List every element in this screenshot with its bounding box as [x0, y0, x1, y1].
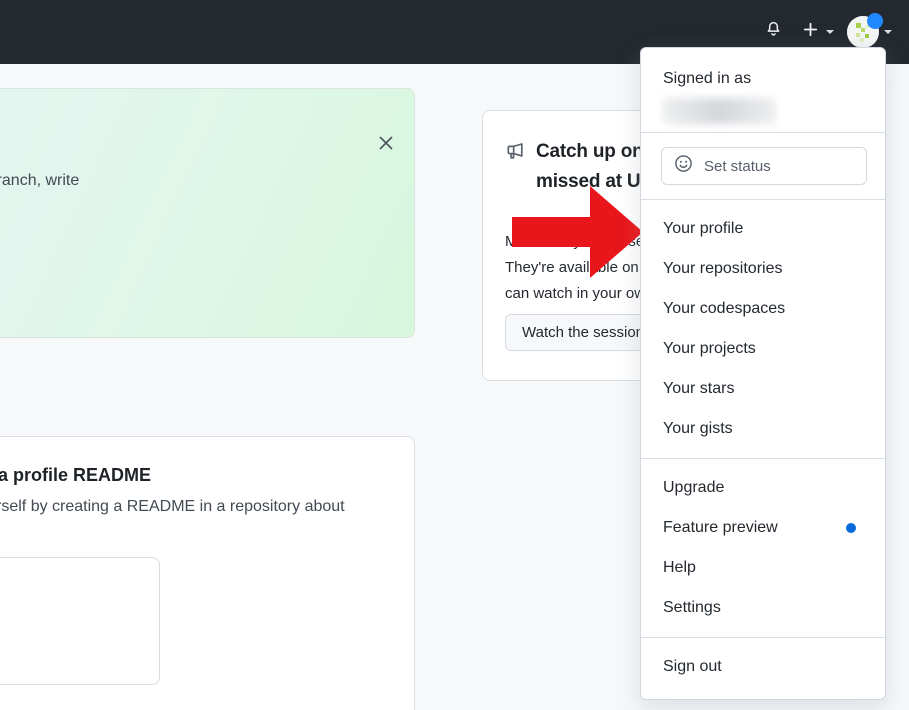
banner-title: Start writing code! [0, 127, 2, 155]
menu-item-your-stars[interactable]: Your stars [641, 369, 885, 409]
smiley-icon [674, 154, 693, 178]
account-avatar-button[interactable] [843, 13, 895, 50]
start-writing-code-banner: Start writing code! Create a repository,… [0, 88, 415, 338]
primary-menu-group: Your profile Your repositories Your code… [641, 200, 885, 458]
menu-item-label: Your codespaces [663, 300, 786, 317]
status-section: Set status [641, 133, 885, 199]
chevron-down-icon [826, 30, 834, 34]
menu-item-settings[interactable]: Settings [641, 588, 885, 628]
username-redacted [663, 98, 776, 124]
avatar-status-badge [866, 13, 883, 29]
megaphone-icon [505, 141, 526, 167]
menu-item-label: Help [663, 559, 696, 576]
menu-item-your-repositories[interactable]: Your repositories [641, 249, 885, 289]
secondary-menu-group: Upgrade Feature preview Help Settings [641, 459, 885, 637]
profile-readme-card: Introduce yourself with a profile README… [0, 436, 415, 710]
page-root: Start writing code! Create a repository,… [0, 0, 909, 710]
menu-item-label: Settings [663, 599, 721, 616]
signed-in-label: Signed in as [663, 70, 752, 87]
set-status-button[interactable]: Set status [661, 147, 867, 185]
menu-item-label: Feature preview [663, 519, 778, 536]
menu-item-label: Your gists [663, 420, 733, 437]
signed-in-section: Signed in as [641, 48, 885, 132]
banner-subtitle: Create a repository, start a branch, wri… [0, 172, 80, 189]
signout-menu-group: Sign out [641, 638, 885, 696]
menu-item-sign-out[interactable]: Sign out [641, 647, 885, 687]
menu-item-label: Your projects [663, 340, 756, 357]
menu-item-upgrade[interactable]: Upgrade [641, 468, 885, 508]
bell-icon [765, 21, 782, 43]
readme-preview-panel [0, 557, 160, 685]
readme-card-title: Introduce yourself with a profile README [0, 465, 152, 485]
create-new-button[interactable] [793, 14, 843, 50]
menu-item-feature-preview[interactable]: Feature preview [641, 508, 885, 548]
new-feature-badge-icon [846, 523, 856, 533]
menu-item-help[interactable]: Help [641, 548, 885, 588]
menu-item-your-profile[interactable]: Your profile [641, 209, 885, 249]
close-icon[interactable] [376, 133, 396, 153]
menu-item-your-codespaces[interactable]: Your codespaces [641, 289, 885, 329]
menu-item-your-projects[interactable]: Your projects [641, 329, 885, 369]
menu-item-label: Your repositories [663, 260, 783, 277]
account-dropdown-menu: Signed in as Set status Your profile You… [640, 47, 886, 700]
menu-item-label: Your stars [663, 380, 735, 397]
menu-item-your-gists[interactable]: Your gists [641, 409, 885, 449]
notifications-button[interactable] [753, 14, 793, 50]
chevron-down-icon [883, 30, 892, 34]
avatar [846, 13, 883, 48]
plus-icon [802, 21, 819, 43]
menu-item-label: Your profile [663, 220, 744, 237]
set-status-label: Set status [704, 157, 771, 175]
menu-item-label: Sign out [663, 658, 722, 675]
readme-card-subtitle: Share information about yourself by crea… [0, 498, 345, 515]
menu-item-label: Upgrade [663, 479, 725, 496]
